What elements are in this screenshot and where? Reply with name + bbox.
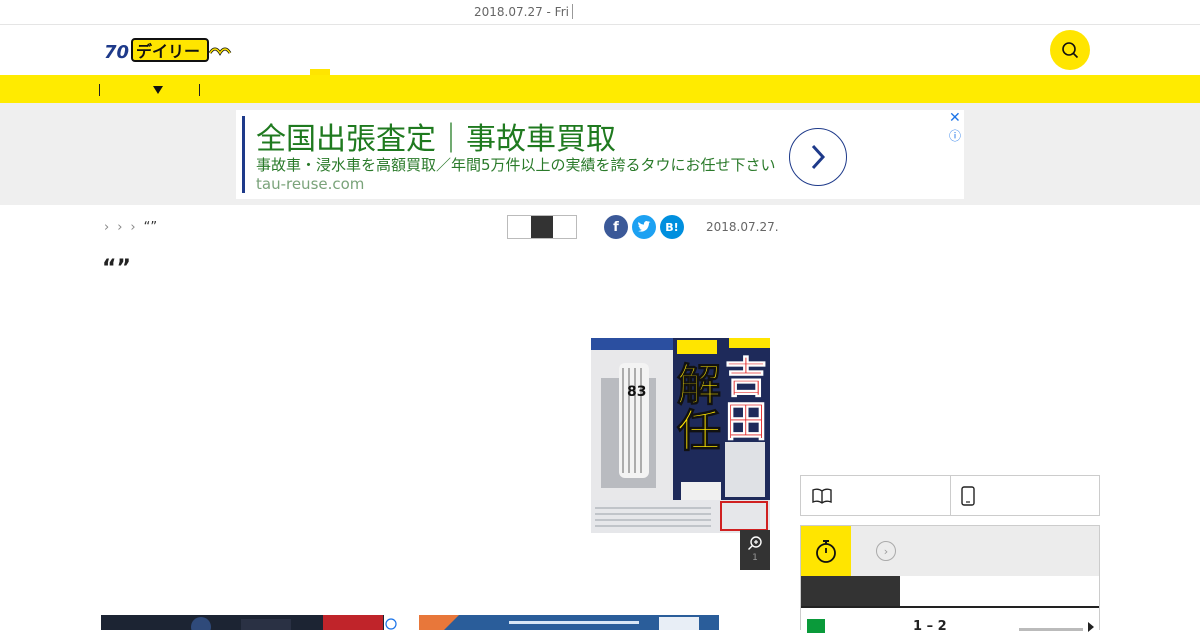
newspaper-front-page-image[interactable]: 83 解 任 吉 田 <box>591 338 770 533</box>
ad-next-button[interactable] <box>789 128 847 186</box>
ad-band: 全国出張査定｜事故車買取 事故車・浸水車を高額買取／年間5万件以上の実績を誇るタ… <box>0 103 1200 205</box>
svg-text:デイリー: デイリー <box>136 42 200 61</box>
font-size-medium[interactable] <box>530 216 554 238</box>
sidebar-tabs <box>800 475 1100 516</box>
svg-text:吉: 吉 <box>725 353 767 402</box>
zoom-in-icon <box>748 536 762 550</box>
breadcrumb: › › › “” <box>104 220 157 235</box>
ad-accent-line <box>242 116 245 193</box>
chevron-right-icon[interactable]: › <box>876 541 896 561</box>
facebook-icon: f <box>613 219 619 235</box>
bottom-ad-left[interactable] <box>101 615 398 630</box>
info-icon[interactable]: ⓘ <box>949 127 961 144</box>
search-button[interactable] <box>1050 30 1090 70</box>
twitter-icon <box>638 221 651 232</box>
svg-text:田: 田 <box>725 397 767 446</box>
nav-divider <box>99 84 100 96</box>
font-size-switcher <box>507 215 577 239</box>
main-nav <box>0 75 1200 103</box>
play-icon[interactable] <box>1088 622 1094 632</box>
svg-text:83: 83 <box>627 384 646 400</box>
stopwatch-icon <box>801 526 851 576</box>
game-score: 1 – 2 <box>913 619 947 634</box>
facebook-share-button[interactable]: f <box>604 215 628 239</box>
site-logo[interactable]: 70 デイリー <box>104 37 234 63</box>
font-size-small[interactable] <box>508 216 531 238</box>
game-row[interactable]: 1 – 2 <box>801 608 1099 634</box>
nav-divider <box>199 84 200 96</box>
zoom-button[interactable]: 1 <box>740 530 770 570</box>
top-bar: 2018.07.27 - Fri <box>0 0 1200 25</box>
current-date: 2018.07.27 - Fri <box>474 5 569 19</box>
twitter-share-button[interactable] <box>632 215 656 239</box>
team-logo <box>807 619 825 633</box>
site-header: 70 デイリー <box>0 25 1200 75</box>
chevron-right-icon[interactable]: › <box>130 220 135 235</box>
article-headline: “” <box>102 256 131 281</box>
ad-description: 事故車・浸水車を高額買取／年間5万件以上の実績を誇るタウにお任せ下さい tau-… <box>256 156 786 194</box>
divider <box>572 4 573 19</box>
ad-url[interactable]: tau-reuse.com <box>256 175 364 193</box>
smartphone-icon <box>960 485 975 506</box>
sidebar-tab-mobile[interactable] <box>949 476 1100 515</box>
book-icon <box>812 488 832 504</box>
chevron-right-icon[interactable]: › <box>117 220 122 235</box>
svg-text:任: 任 <box>677 406 721 457</box>
ad-description-text: 事故車・浸水車を高額買取／年間5万件以上の実績を誇るタウにお任せ下さい <box>256 156 776 174</box>
live-score-widget: › 1 – 2 <box>800 525 1100 634</box>
score-tabs <box>801 576 1099 608</box>
sidebar-tab-read[interactable] <box>801 476 950 515</box>
search-icon <box>1062 42 1079 59</box>
banner-ad[interactable]: 全国出張査定｜事故車買取 事故車・浸水車を高額買取／年間5万件以上の実績を誇るタ… <box>236 110 964 199</box>
image-index: 1 <box>752 553 758 563</box>
score-header: › <box>801 526 1099 576</box>
svg-text:解: 解 <box>677 360 721 411</box>
article-date: 2018.07.27. <box>706 220 779 234</box>
chevron-right-icon <box>811 144 826 170</box>
hatena-bookmark-icon: B! <box>665 220 679 234</box>
breadcrumb-current: “” <box>143 220 158 235</box>
svg-text:70: 70 <box>104 42 129 63</box>
ad-title[interactable]: 全国出張査定｜事故車買取 <box>256 114 616 158</box>
close-icon[interactable]: ✕ <box>949 110 961 126</box>
score-tab-active[interactable] <box>801 576 900 606</box>
chevron-right-icon[interactable]: › <box>104 220 109 235</box>
hatena-bookmark-button[interactable]: B! <box>660 215 684 239</box>
font-size-large[interactable] <box>553 216 576 238</box>
bottom-ad-right[interactable] <box>419 615 719 630</box>
caret-down-icon[interactable] <box>153 86 163 94</box>
